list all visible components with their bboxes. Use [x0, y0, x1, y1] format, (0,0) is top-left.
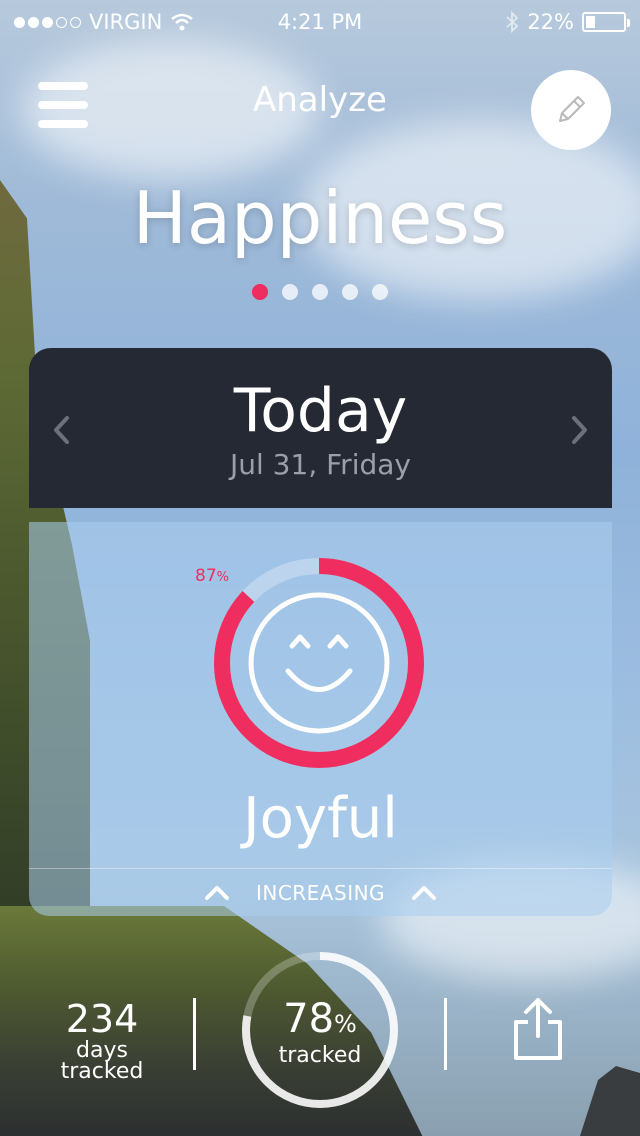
- bluetooth-icon: [506, 11, 519, 33]
- chevron-up-icon: [204, 885, 229, 900]
- divider: [444, 998, 447, 1070]
- tracked-label: tracked: [60, 1059, 144, 1084]
- days-count: 234: [65, 997, 139, 1041]
- battery-percent: 22%: [527, 10, 574, 34]
- divider: [193, 998, 196, 1070]
- battery-icon: [582, 12, 630, 32]
- chevron-up-icon: [412, 885, 437, 900]
- page-dot[interactable]: [282, 284, 298, 300]
- status-bar: VIRGIN 4:21 PM 22%: [0, 0, 640, 44]
- tracked-percent-label: tracked: [278, 1043, 362, 1068]
- smiley-face-icon: [248, 592, 390, 734]
- mood-ring: [214, 558, 424, 768]
- chevron-right-icon: [572, 416, 587, 444]
- share-icon: [514, 998, 562, 1060]
- pencil-icon: [559, 96, 585, 122]
- trend-bar[interactable]: INCREASING: [29, 868, 612, 916]
- date-full-label: Jul 31, Friday: [230, 448, 411, 481]
- days-tracked-stat: 234 days tracked: [44, 997, 160, 1084]
- percent-tracked-stat: 78% tracked: [238, 998, 402, 1067]
- carrier-name: VIRGIN: [89, 10, 163, 34]
- wifi-icon: [171, 13, 194, 31]
- date-day-label: Today: [233, 376, 408, 446]
- page-dot[interactable]: [312, 284, 328, 300]
- page-dot[interactable]: [252, 284, 268, 300]
- signal-strength-icon: [14, 16, 81, 28]
- trend-label: INCREASING: [255, 880, 386, 905]
- mood-card: 87% Joyful INCREASING: [29, 522, 612, 916]
- days-label: days: [76, 1038, 128, 1063]
- mood-label: Joyful: [243, 786, 398, 851]
- edit-button[interactable]: [531, 70, 611, 150]
- page-dot[interactable]: [342, 284, 358, 300]
- share-button[interactable]: [510, 996, 566, 1062]
- tracked-percent: 78%: [283, 996, 357, 1042]
- page-dot[interactable]: [372, 284, 388, 300]
- next-day-button[interactable]: [562, 410, 598, 450]
- page-title: Happiness: [132, 176, 508, 260]
- date-card: Today Jul 31, Friday: [29, 348, 612, 508]
- page-indicator[interactable]: [0, 284, 640, 300]
